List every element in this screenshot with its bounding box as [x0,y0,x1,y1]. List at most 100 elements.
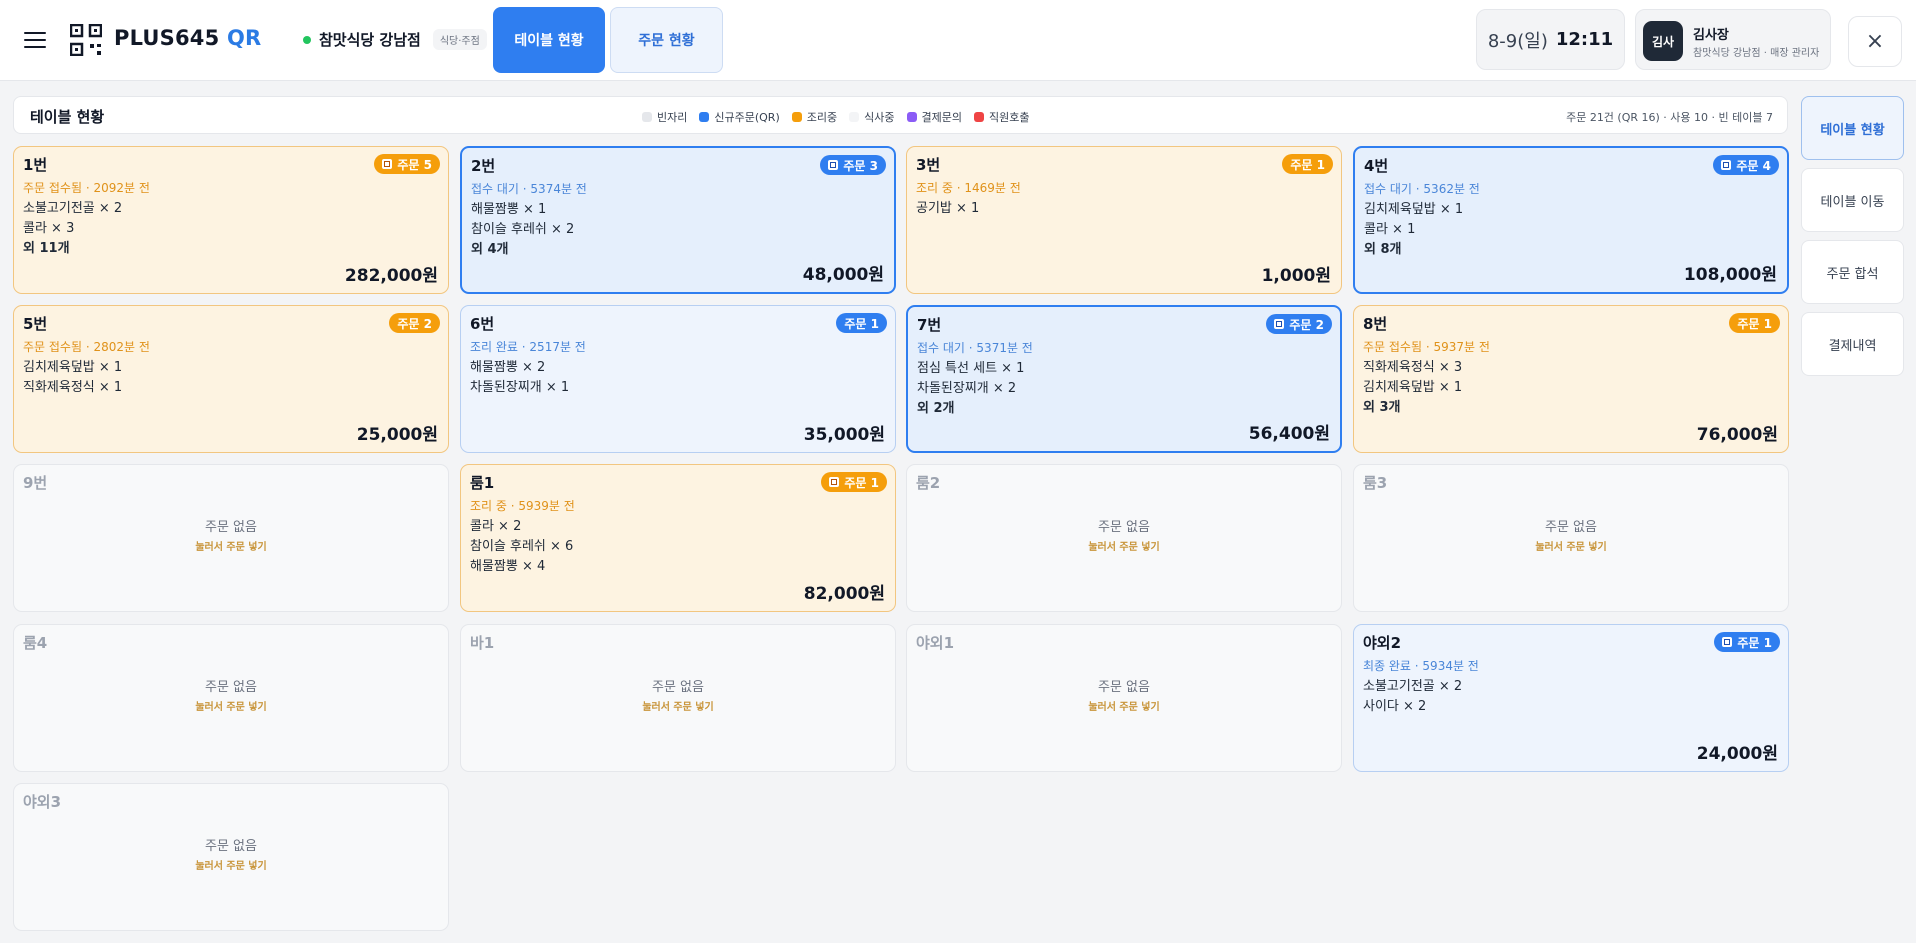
empty-message: 주문 없음 [1098,680,1150,695]
table-card[interactable]: 5번 주문 2 주문 접수됨 · 2802분 전 김치제육덮밥 × 1 직화제육정식 ×… [13,305,449,453]
legend-label: 식사중 [864,111,895,124]
legend-item: 조리중 [791,109,837,125]
table-name: 3번 [916,156,941,174]
legend-item: 직원호출 [973,109,1030,125]
table-name: 7번 [917,316,942,334]
table-name: 1번 [23,156,48,174]
empty-message: 주문 없음 [652,680,704,695]
side-btn-order-merge[interactable]: 주문 합석 [1801,240,1904,304]
qr-order-icon [382,159,393,169]
order-count-label: 주문 2 [1289,317,1324,332]
table-card[interactable]: 야외3 주문 없음 눌러서 주문 넣기 [13,783,449,931]
order-item: 차돌된장찌개 × 2 [917,381,1017,396]
table-card[interactable]: 6번 주문 1 조리 완료 · 2517분 전 해물짬뽕 × 2 차돌된장찌개 × 1 3… [460,305,896,453]
table-name: 야외3 [23,793,62,811]
order-count-label: 주문 1 [844,475,879,490]
order-item: 참이슬 후레쉬 × 2 [471,222,575,237]
order-items: 해물짬뽕 × 2 차돌된장찌개 × 1 [470,358,569,398]
table-card[interactable]: 8번 주문 1 주문 접수됨 · 5937분 전 직화제육정식 × 3 김치제육덮밥 ×… [1353,305,1789,453]
qr-order-icon [828,160,839,170]
order-item: 해물짬뽕 × 4 [470,559,546,574]
table-card[interactable]: 바1 주문 없음 눌러서 주문 넣기 [460,624,896,772]
table-card[interactable]: 룸2 주문 없음 눌러서 주문 넣기 [906,464,1342,612]
order-status: 접수 대기 · 5362분 전 [1364,182,1480,196]
order-total: 24,000원 [1696,744,1778,764]
order-items: 직화제육정식 × 3 김치제육덮밥 × 1 외 3개 [1363,358,1462,418]
close-icon[interactable]: × [1848,16,1902,67]
order-count-badge: 주문 2 [389,313,440,333]
order-status: 주문 접수됨 · 5937분 전 [1363,340,1490,354]
table-card[interactable]: 야외2 주문 1 최종 완료 · 5934분 전 소불고기전골 × 2 사이다 × 2 2… [1353,624,1789,772]
table-card[interactable]: 9번 주문 없음 눌러서 주문 넣기 [13,464,449,612]
side-btn-table-move[interactable]: 테이블 이동 [1801,168,1904,232]
online-status-dot [303,35,311,44]
table-name: 야외1 [916,634,955,652]
order-count-label: 주문 3 [843,158,878,173]
order-items: 소불고기전골 × 2 콜라 × 3 외 11개 [23,199,122,259]
menu-icon[interactable] [22,28,48,52]
table-card[interactable]: 룸3 주문 없음 눌러서 주문 넣기 [1353,464,1789,612]
order-count-badge: 주문 2 [1266,314,1332,334]
order-count-badge: 주문 1 [836,313,887,333]
store-type-badge: 식당·주점 [432,29,487,50]
order-status: 조리 중 · 1469분 전 [916,181,1021,195]
order-item: 소불고기전골 × 2 [1363,679,1463,694]
user-profile[interactable]: 김사 김사장 참맛식당 강남점 · 매장 관리자 [1635,9,1831,70]
order-count-label: 주문 4 [1736,158,1771,173]
table-card[interactable]: 룸1 주문 1 조리 중 · 5939분 전 콜라 × 2 참이슬 후레쉬 × 6 해물짬… [460,464,896,612]
order-count-label: 주문 1 [844,316,879,331]
order-item: 점심 특선 세트 × 1 [917,361,1025,376]
legend-label: 직원호출 [988,111,1030,124]
table-card[interactable]: 2번 주문 3 접수 대기 · 5374분 전 해물짬뽕 × 1 참이슬 후레쉬 × 2… [460,146,896,294]
table-name: 2번 [471,157,496,175]
order-item: 김치제육덮밥 × 1 [23,360,123,375]
tab-table-status[interactable]: 테이블 현황 [493,7,605,73]
side-btn-payment-history[interactable]: 결제내역 [1801,312,1904,376]
order-total: 76,000원 [1696,425,1778,445]
order-item: 김치제육덮밥 × 1 [1364,202,1464,217]
legend-item: 빈자리 [642,109,687,125]
table-name: 4번 [1364,157,1389,175]
table-card[interactable]: 4번 주문 4 접수 대기 · 5362분 전 김치제육덮밥 × 1 콜라 × 1 외 8… [1353,146,1789,294]
qr-order-icon [1274,319,1285,329]
order-item: 참이슬 후레쉬 × 6 [470,539,574,554]
order-item: 소불고기전골 × 2 [23,201,123,216]
add-order-hint: 눌러서 주문 넣기 [642,702,714,713]
order-item: 해물짬뽕 × 2 [470,360,546,375]
qr-order-icon [1722,637,1733,647]
tab-order-status[interactable]: 주문 현황 [610,7,723,73]
order-items: 점심 특선 세트 × 1 차돌된장찌개 × 2 외 2개 [917,359,1024,419]
order-status: 접수 대기 · 5371분 전 [917,341,1033,355]
add-order-hint: 눌러서 주문 넣기 [1088,702,1160,713]
side-btn-table-status[interactable]: 테이블 현황 [1801,96,1904,160]
table-card[interactable]: 3번 주문 1 조리 중 · 1469분 전 공기밥 × 1 1,000원 [906,146,1342,294]
order-count-badge: 주문 4 [1713,155,1779,175]
legend-swatch [642,112,652,122]
order-total: 48,000원 [802,265,884,285]
table-card[interactable]: 룸4 주문 없음 눌러서 주문 넣기 [13,624,449,772]
order-total: 25,000원 [356,425,438,445]
order-count-label: 주문 5 [397,157,432,172]
logo-main: PLUS645 [114,26,220,50]
qr-logo-icon [70,24,102,56]
table-name: 룸2 [916,474,941,492]
qr-order-icon [1721,160,1732,170]
order-count-badge: 주문 1 [1729,313,1780,333]
order-count-badge: 주문 1 [1282,154,1333,174]
table-card[interactable]: 7번 주문 2 접수 대기 · 5371분 전점심 특선 세트 × 1 차돌된장찌개 … [906,305,1342,453]
order-item: 사이다 × 2 [1363,699,1427,714]
current-date: 8-9(일) [1487,30,1548,52]
legend-label: 빈자리 [657,111,688,124]
order-items: 공기밥 × 1 [916,199,979,219]
empty-message: 주문 없음 [205,839,257,854]
add-order-hint: 눌러서 주문 넣기 [1535,542,1607,553]
order-status: 조리 중 · 5939분 전 [470,499,575,513]
table-name: 룸1 [470,474,495,492]
order-total: 282,000원 [344,266,438,286]
order-item: 직화제육정식 × 1 [23,380,123,395]
empty-message: 주문 없음 [1545,520,1597,535]
table-card[interactable]: 야외1 주문 없음눌러서 주문 넣기 [906,624,1342,772]
order-count-badge: 주문 3 [820,155,886,175]
order-count-label: 주문 2 [397,316,432,331]
table-card[interactable]: 1번 주문 5 주문 접수됨 · 2092분 전 소불고기전골 × 2 콜라 × 3 외 … [13,146,449,294]
